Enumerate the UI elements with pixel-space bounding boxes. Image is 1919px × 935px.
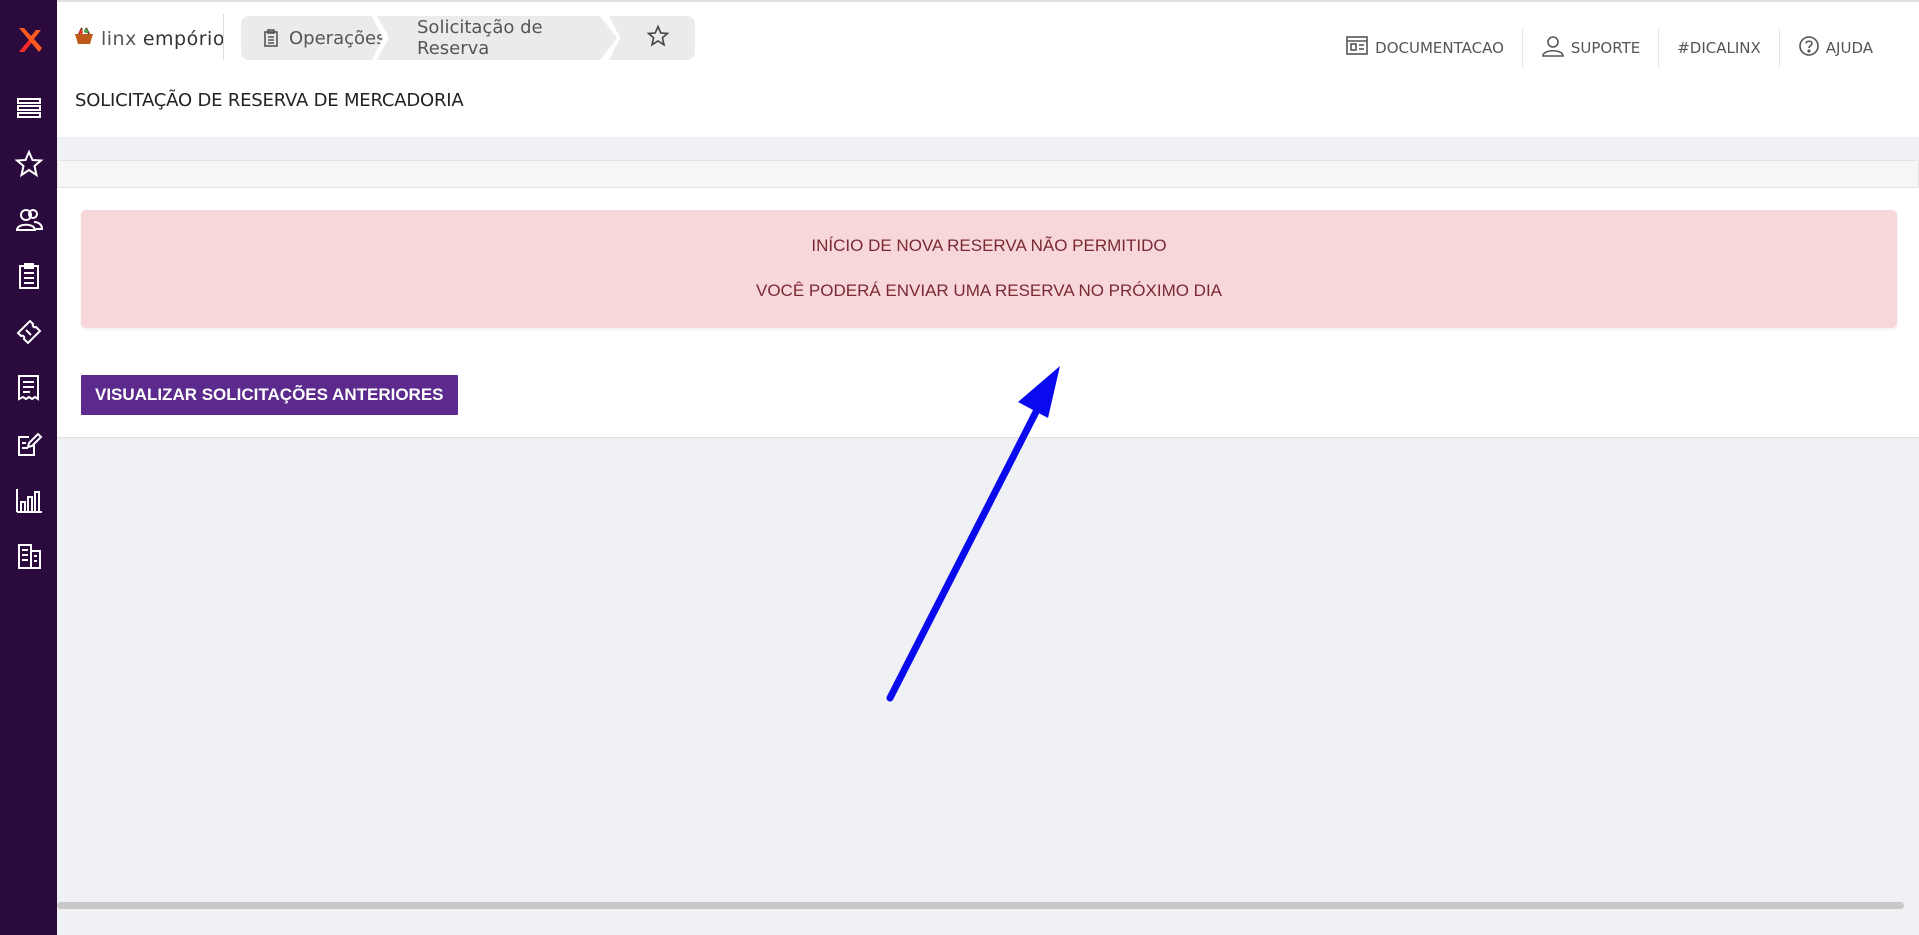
clipboard-icon <box>263 29 279 47</box>
panel-header <box>57 160 1919 188</box>
suporte-label: SUPORTE <box>1570 39 1641 57</box>
annotation-arrow <box>886 366 1060 702</box>
users-icon[interactable] <box>0 192 57 248</box>
user-icon <box>1541 35 1565 61</box>
dicalinx-link[interactable]: #DICALINX <box>1659 28 1780 68</box>
alert-banner: INÍCIO DE NOVA RESERVA NÃO PERMITIDO VOC… <box>81 210 1897 328</box>
ticket-icon[interactable] <box>0 304 57 360</box>
help-icon <box>1798 35 1820 61</box>
bar-chart-icon[interactable] <box>0 472 57 528</box>
breadcrumb-label: Operações <box>289 27 386 49</box>
edit-document-icon[interactable] <box>0 416 57 472</box>
ajuda-link[interactable]: AJUDA <box>1780 28 1891 68</box>
building-icon[interactable] <box>0 528 57 584</box>
view-previous-requests-button[interactable]: VISUALIZAR SOLICITAÇÕES ANTERIORES <box>81 375 458 415</box>
brand[interactable]: linx empório <box>73 26 225 51</box>
breadcrumb-item-solicitacao[interactable]: Solicitação de Reserva <box>377 16 617 60</box>
documentacao-label: DOCUMENTACAO <box>1375 39 1504 57</box>
clipboard-icon[interactable] <box>0 248 57 304</box>
breadcrumb-label: Solicitação de Reserva <box>417 17 543 59</box>
dicalinx-label: #DICALINX <box>1677 39 1761 57</box>
star-icon[interactable] <box>0 136 57 192</box>
receipt-icon[interactable] <box>0 360 57 416</box>
breadcrumb-item-operacoes[interactable]: Operações <box>241 16 383 60</box>
horizontal-scrollbar[interactable] <box>57 902 1904 909</box>
alert-message-detail: VOCÊ PODERÁ ENVIAR UMA RESERVA NO PRÓXIM… <box>755 281 1223 300</box>
page-title: SOLICITAÇÃO DE RESERVA DE MERCADORIA <box>75 90 464 111</box>
divider <box>223 14 224 60</box>
top-bar: linx empório Operações Solicitação de Re… <box>57 0 1919 73</box>
main-panel: INÍCIO DE NOVA RESERVA NÃO PERMITIDO VOC… <box>57 188 1919 438</box>
page-header: SOLICITAÇÃO DE RESERVA DE MERCADORIA <box>57 73 1919 137</box>
breadcrumb: Operações Solicitação de Reserva <box>241 16 695 60</box>
suporte-link[interactable]: SUPORTE <box>1523 28 1660 68</box>
menu-icon[interactable] <box>0 80 57 136</box>
brand-part2: empório <box>142 27 225 50</box>
star-icon <box>646 23 670 53</box>
sidebar <box>0 0 57 935</box>
documentacao-link[interactable]: DOCUMENTACAO <box>1327 28 1523 68</box>
brand-part1: linx <box>101 27 137 50</box>
linx-logo-icon[interactable] <box>16 22 42 58</box>
document-icon <box>1345 35 1369 61</box>
ajuda-label: AJUDA <box>1825 39 1873 57</box>
basket-icon <box>73 26 95 51</box>
alert-message-title: INÍCIO DE NOVA RESERVA NÃO PERMITIDO <box>811 236 1167 255</box>
top-nav: DOCUMENTACAO SUPORTE #DICALINX AJUDA <box>1327 28 1891 68</box>
favorite-button[interactable] <box>609 16 695 60</box>
